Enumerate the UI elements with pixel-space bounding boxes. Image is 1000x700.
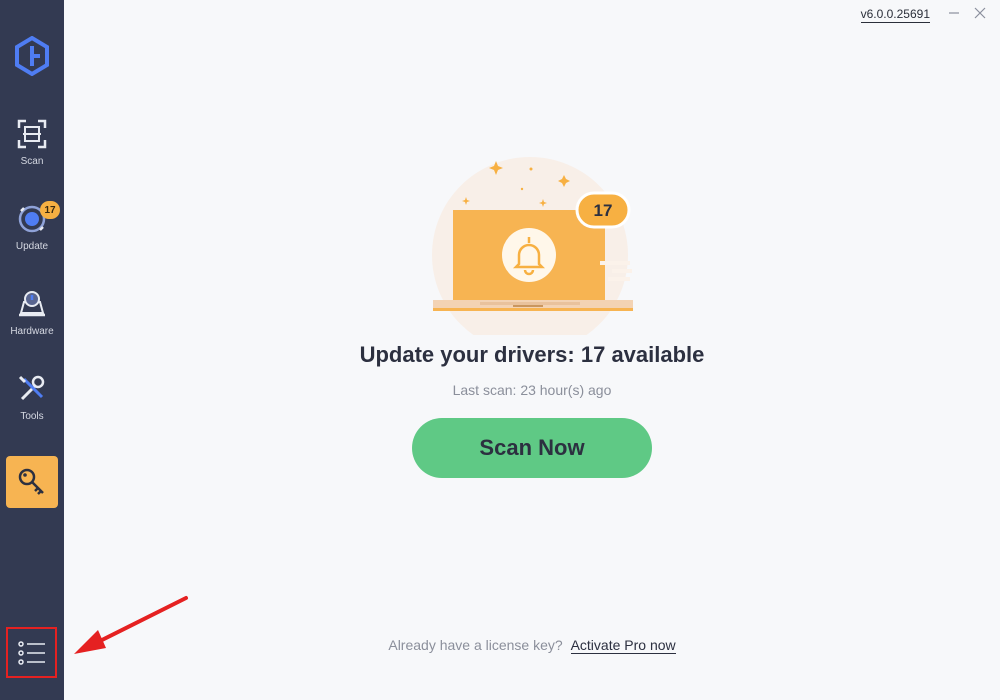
- key-icon: [18, 468, 44, 495]
- app-logo-icon: [15, 36, 49, 76]
- page-title: Update your drivers: 17 available: [359, 342, 705, 367]
- sidebar-item-scan[interactable]: Scan: [0, 116, 64, 188]
- close-button[interactable]: [970, 4, 990, 22]
- close-icon: [974, 7, 986, 19]
- minimize-button[interactable]: [944, 4, 964, 22]
- sidebar: Scan 17 Update Hardware Tools: [0, 0, 64, 700]
- red-arrow-annotation: [74, 596, 188, 654]
- tools-icon: [18, 375, 45, 401]
- scan-now-button[interactable]: Scan Now: [412, 418, 652, 478]
- sidebar-item-update[interactable]: 17 Update: [0, 201, 64, 273]
- sidebar-item-label: Scan: [20, 156, 44, 167]
- minimize-icon: [949, 12, 959, 14]
- menu-button[interactable]: [6, 627, 57, 678]
- last-scan-status: Last scan: 23 hour(s) ago: [452, 382, 612, 398]
- sidebar-item-label: Hardware: [10, 326, 54, 337]
- hardware-icon: [19, 291, 45, 317]
- license-prompt-text: Already have a license key?: [388, 637, 563, 653]
- sidebar-item-hardware[interactable]: Hardware: [0, 286, 64, 358]
- sidebar-item-label: Update: [15, 241, 49, 252]
- update-count-badge: 17: [40, 201, 60, 219]
- sidebar-item-tools[interactable]: Tools: [0, 371, 64, 443]
- laptop-notification-illustration: 17: [432, 157, 633, 335]
- menu-list-icon: [17, 640, 45, 665]
- activate-pro-link[interactable]: Activate Pro now: [570, 637, 676, 654]
- scan-icon: [17, 119, 47, 149]
- version-link[interactable]: v6.0.0.25691: [860, 7, 930, 23]
- license-prompt: Already have a license key? Activate Pro…: [64, 637, 1000, 654]
- illustration-count-badge: 17: [594, 201, 613, 220]
- activate-key-button[interactable]: [6, 456, 58, 508]
- sidebar-item-label: Tools: [20, 411, 44, 422]
